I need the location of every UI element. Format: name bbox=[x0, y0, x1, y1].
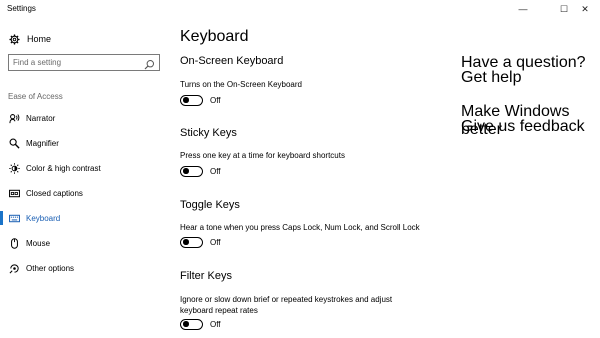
toggle-knob bbox=[183, 168, 189, 174]
search-icon[interactable] bbox=[144, 57, 155, 70]
sidebar-item-label: Color & high contrast bbox=[26, 163, 101, 173]
sidebar-item-mouse[interactable]: Mouse bbox=[0, 233, 170, 253]
toggle-state-label: Off bbox=[210, 320, 221, 329]
sidebar-item-label: Mouse bbox=[26, 238, 51, 248]
group-description: Press one key at a time for keyboard sho… bbox=[180, 151, 345, 160]
group-description: Turns on the On-Screen Keyboard bbox=[180, 80, 302, 89]
sidebar-item-keyboard[interactable]: Keyboard bbox=[0, 208, 170, 228]
sidebar-item-label: Magnifier bbox=[26, 138, 59, 148]
toggle-state-label: Off bbox=[210, 238, 221, 247]
group-description-line2: keyboard repeat rates bbox=[180, 306, 258, 315]
toggle-knob bbox=[183, 239, 189, 245]
on-screen-keyboard-toggle[interactable] bbox=[180, 95, 203, 106]
group-heading-sticky-keys: Sticky Keys bbox=[180, 127, 237, 139]
group-heading-on-screen-keyboard: On-Screen Keyboard bbox=[180, 55, 284, 67]
sidebar-item-other-options[interactable]: Other options bbox=[0, 258, 170, 278]
sidebar-item-magnifier[interactable]: Magnifier bbox=[0, 133, 170, 153]
toggle-state-label: Off bbox=[210, 96, 221, 105]
search-box[interactable] bbox=[8, 54, 160, 71]
home-nav-item[interactable]: Home bbox=[8, 31, 51, 47]
toggle-keys-toggle[interactable] bbox=[180, 237, 203, 248]
give-feedback-link[interactable]: Give us feedback bbox=[461, 118, 585, 136]
window-title: Settings bbox=[7, 4, 36, 13]
sidebar-item-narrator[interactable]: Narrator bbox=[0, 108, 170, 128]
sticky-keys-toggle[interactable] bbox=[180, 166, 203, 177]
maximize-icon: ☐ bbox=[559, 3, 569, 14]
sidebar-item-closed-captions[interactable]: Closed captions bbox=[0, 183, 170, 203]
sidebar-item-color-contrast[interactable]: Color & high contrast bbox=[0, 158, 170, 178]
close-button[interactable]: ✕ bbox=[570, 0, 600, 18]
title-bar: Settings — ☐ ✕ bbox=[0, 0, 600, 18]
sidebar-item-label: Other options bbox=[26, 263, 75, 273]
sidebar-item-label: Narrator bbox=[26, 113, 56, 123]
page-title: Keyboard bbox=[180, 28, 249, 45]
group-heading-toggle-keys: Toggle Keys bbox=[180, 199, 240, 211]
sidebar: Home Ease of Access Narrator Magnifier C… bbox=[0, 18, 170, 338]
home-label: Home bbox=[27, 34, 52, 44]
group-heading-filter-keys: Filter Keys bbox=[180, 270, 232, 282]
section-heading: Ease of Access bbox=[8, 92, 63, 101]
toggle-knob bbox=[183, 321, 189, 327]
get-help-link[interactable]: Get help bbox=[461, 69, 521, 87]
color-contrast-icon bbox=[8, 162, 20, 174]
closed-captions-icon bbox=[8, 187, 20, 199]
close-icon: ✕ bbox=[581, 3, 589, 14]
toggle-state-label: Off bbox=[210, 167, 221, 176]
sidebar-item-label: Keyboard bbox=[26, 213, 61, 223]
minimize-button[interactable]: — bbox=[508, 0, 538, 18]
minimize-icon: — bbox=[518, 4, 528, 14]
mouse-icon bbox=[8, 237, 20, 249]
filter-keys-toggle[interactable] bbox=[180, 319, 203, 330]
group-description: Hear a tone when you press Caps Lock, Nu… bbox=[180, 223, 420, 232]
search-input[interactable] bbox=[9, 55, 139, 70]
keyboard-icon bbox=[8, 212, 20, 224]
sidebar-item-label: Closed captions bbox=[26, 188, 83, 198]
toggle-knob bbox=[183, 97, 189, 103]
other-options-icon bbox=[8, 262, 20, 274]
home-gear-icon bbox=[8, 33, 20, 45]
magnifier-icon bbox=[8, 137, 20, 149]
narrator-icon bbox=[8, 112, 20, 124]
